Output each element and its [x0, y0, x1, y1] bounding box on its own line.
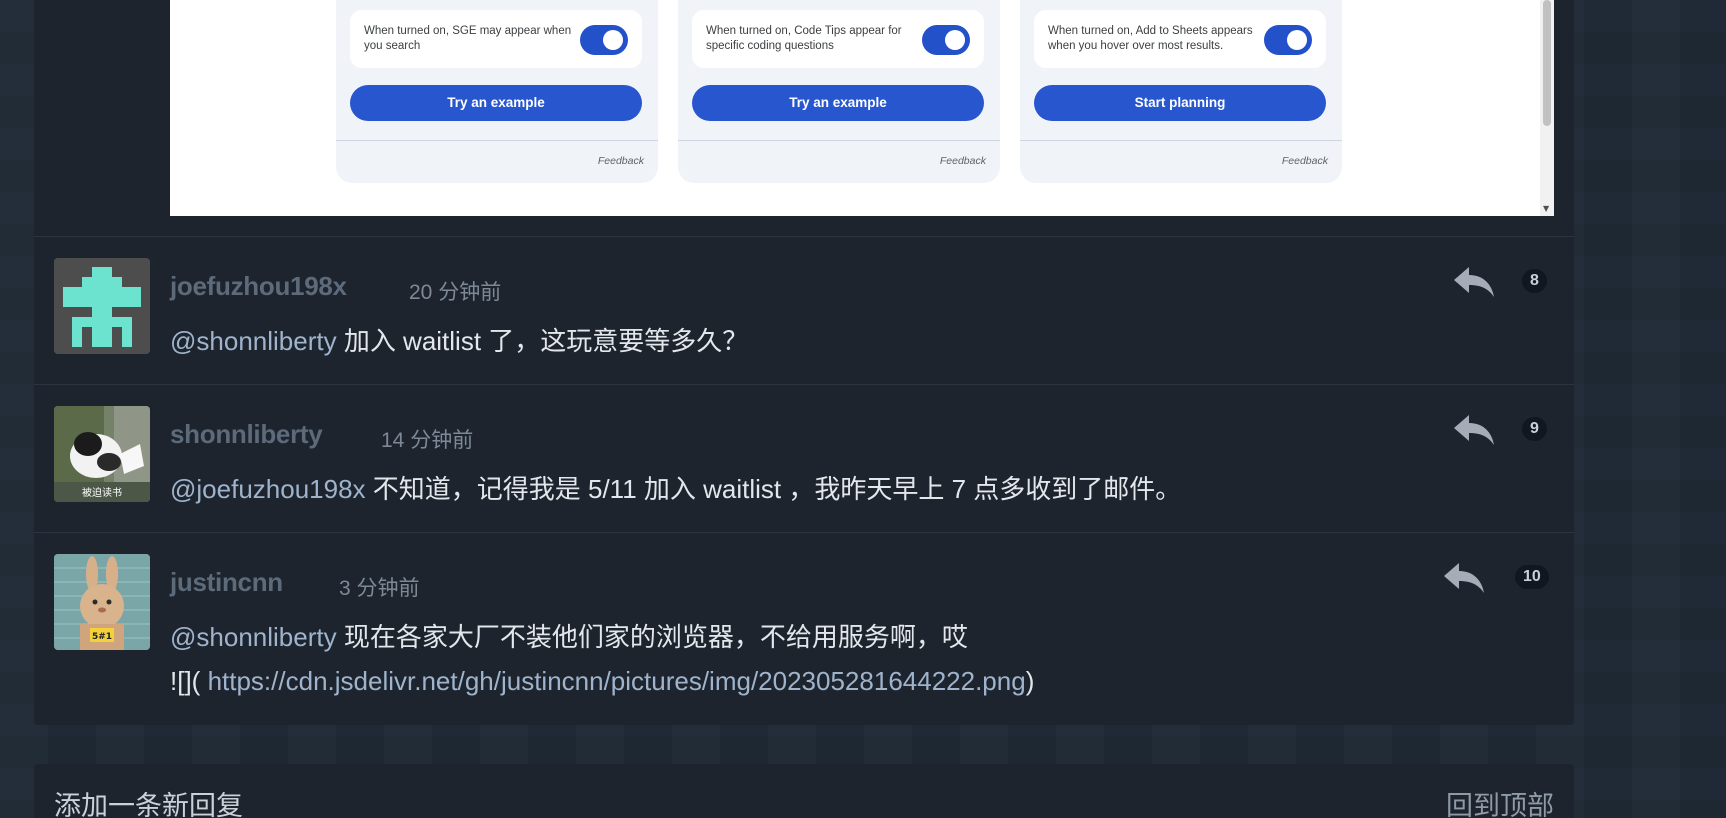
reply-box: When turned on, SGE may appear when you … [34, 0, 1574, 725]
reply-arrow-icon[interactable] [1452, 265, 1496, 299]
feedback-link[interactable]: Feedback [598, 155, 644, 167]
feedback-link[interactable]: Feedback [1282, 155, 1328, 167]
username-link[interactable]: justincnn [170, 567, 283, 598]
reply-content: @shonnliberty 现在各家大厂不装他们家的浏览器，不给用服务啊，哎 [170, 615, 968, 659]
floor-number: 10 [1515, 565, 1549, 589]
reply-cell: 被迫读书 shonnliberty 14 分钟前 9 @joefuzhou198… [34, 384, 1574, 533]
reply-content-line2: ![]( https://cdn.jsdelivr.net/gh/justinc… [170, 659, 1034, 703]
avatar[interactable] [54, 258, 150, 354]
toggle-row: When turned on, Code Tips appear for spe… [692, 10, 984, 68]
reply-time: 20 分钟前 [409, 281, 502, 304]
scroll-down-arrow-icon[interactable]: ▼ [1543, 205, 1549, 213]
avatar[interactable]: 被迫读书 [54, 406, 150, 502]
reply-arrow-icon[interactable] [1452, 413, 1496, 447]
toggle-description: When turned on, SGE may appear when you … [364, 25, 572, 52]
card-divider [678, 140, 1000, 141]
toggle-row: When turned on, SGE may appear when you … [350, 10, 642, 68]
markdown-prefix: ![]( [170, 666, 201, 696]
reply-time: 14 分钟前 [381, 429, 474, 452]
toggle-row: When turned on, Add to Sheets appears wh… [1034, 10, 1326, 68]
mention-link[interactable]: @shonnliberty [170, 326, 337, 356]
username-link[interactable]: joefuzhou198x [170, 271, 347, 302]
feature-card-sheets: When turned on, Add to Sheets appears wh… [1020, 0, 1342, 183]
floor-number: 8 [1522, 269, 1547, 293]
reply-cell: 5#1 justincnn 3 分钟前 10 @shonnliberty 现在各… [34, 532, 1574, 725]
reply-cell: joefuzhou198x 20 分钟前 8 @shonnliberty 加入 … [34, 236, 1574, 385]
avatar-caption: 5#1 [92, 632, 112, 642]
toggle-description: When turned on, Code Tips appear for spe… [706, 25, 902, 52]
reply-text: 现在各家大厂不装他们家的浏览器，不给用服务啊，哎 [336, 622, 968, 652]
reply-content: @shonnliberty 加入 waitlist 了，这玩意要等多久？ [170, 319, 748, 363]
feature-card-code-tips: When turned on, Code Tips appear for spe… [678, 0, 1000, 183]
reply-text: 加入 waitlist 了，这玩意要等多久？ [336, 326, 749, 356]
feedback-link[interactable]: Feedback [940, 155, 986, 167]
reply-time: 3 分钟前 [339, 577, 420, 600]
back-to-top-link[interactable]: 回到顶部 [1446, 784, 1554, 818]
floor-number: 9 [1522, 417, 1547, 441]
try-example-button[interactable]: Try an example [350, 85, 642, 121]
embed-scrollbar[interactable]: ▼ [1540, 0, 1554, 216]
avatar-caption: 被迫读书 [82, 486, 122, 499]
markdown-suffix: ) [1025, 666, 1035, 696]
username-link[interactable]: shonnliberty [170, 419, 323, 450]
scrollbar-thumb[interactable] [1543, 0, 1551, 126]
reply-content: @joefuzhou198x 不知道，记得我是 5/11 加入 waitlist… [170, 467, 1181, 511]
mention-link[interactable]: @joefuzhou198x [170, 474, 366, 504]
new-reply-box: 添加一条新回复 回到顶部 [34, 764, 1574, 818]
add-reply-heading: 添加一条新回复 [54, 791, 243, 818]
mention-link[interactable]: @shonnliberty [170, 622, 337, 652]
card-divider [336, 140, 658, 141]
feature-card-sge: When turned on, SGE may appear when you … [336, 0, 658, 183]
avatar[interactable]: 5#1 [54, 554, 150, 650]
toggle-switch[interactable] [580, 25, 628, 55]
card-divider [1020, 140, 1342, 141]
start-planning-button[interactable]: Start planning [1034, 85, 1326, 121]
toggle-switch[interactable] [1264, 25, 1312, 55]
image-url-link[interactable]: https://cdn.jsdelivr.net/gh/justincnn/pi… [200, 666, 1026, 696]
embedded-screenshot: When turned on, SGE may appear when you … [170, 0, 1554, 216]
toggle-description: When turned on, Add to Sheets appears wh… [1048, 25, 1253, 52]
toggle-switch[interactable] [922, 25, 970, 55]
try-example-button[interactable]: Try an example [692, 85, 984, 121]
reply-text: 不知道，记得我是 5/11 加入 waitlist ，我昨天早上 7 点多收到了… [365, 474, 1182, 504]
reply-arrow-icon[interactable] [1442, 561, 1486, 595]
